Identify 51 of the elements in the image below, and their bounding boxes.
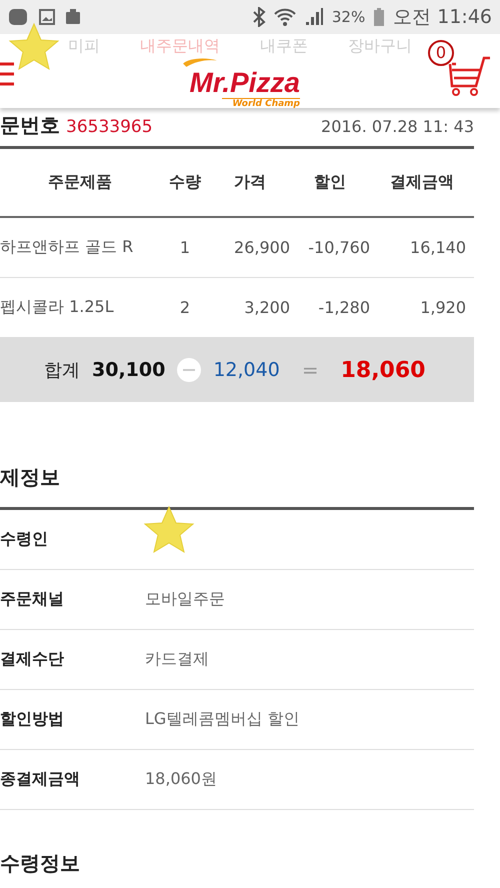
field-label: 수령인 (0, 529, 49, 550)
bluetooth-icon (252, 7, 266, 27)
logo-tagline: World Champ (222, 98, 300, 109)
field-label: 주문채널 (0, 589, 65, 610)
table-cell-text: 16,140 (409, 238, 467, 257)
equals-sign: = (302, 358, 319, 382)
field-label: 종결제금액 (0, 769, 81, 790)
total-label: 합계 (44, 359, 80, 382)
column-header: 결제금액 (389, 172, 455, 193)
minus-icon (177, 358, 202, 382)
nav-tab[interactable]: 내주문내역 (140, 36, 220, 57)
total-final: 18,060 (340, 358, 426, 382)
table-cell-text: 1,920 (419, 298, 467, 317)
logo[interactable]: Mr.Pizza World Champ (170, 56, 300, 109)
table-cell-text: 2 (178, 298, 192, 317)
section-title: 수령정보 (0, 850, 81, 877)
battery-level: 32% (332, 8, 366, 26)
total-discount: 12,040 (213, 359, 280, 381)
order-date: 2016. 07.28 11: 43 (321, 117, 474, 136)
section-title: 제정보 (0, 464, 474, 510)
table-cell-text: 26,900 (233, 238, 290, 257)
clipboard-icon (64, 8, 82, 26)
clock: 오전 11:46 (393, 5, 492, 30)
cart-count-badge: 0 (428, 40, 454, 66)
wifi-icon (274, 7, 296, 27)
table-cell-text: 3,200 (243, 298, 290, 317)
field-label: 결제수단 (0, 649, 65, 670)
table-cell-text: -10,760 (307, 238, 370, 257)
column-header: 가격 (233, 172, 267, 193)
field-value: LG텔레콤멤버십 할인 (145, 709, 300, 730)
signal-icon (304, 7, 324, 27)
column-header: 주문제품 (47, 172, 113, 193)
image-icon (38, 8, 56, 26)
app-icon (8, 7, 30, 27)
order-number-label: 문번호 (0, 112, 60, 139)
order-number: 36533965 (66, 117, 153, 137)
column-header: 할인 (313, 172, 347, 193)
total-sum: 30,100 (92, 359, 166, 381)
column-header: 수량 (168, 172, 202, 193)
table-cell-text: 하프앤하프 골드 R (0, 237, 134, 258)
table-cell-text: 펩시콜라 1.25L (0, 297, 115, 318)
table-cell-text: -1,280 (317, 298, 370, 317)
logo-name: Mr.Pizza (190, 68, 300, 98)
field-value: 카드결제 (145, 649, 209, 670)
field-value: 18,060원 (145, 769, 217, 790)
table-cell-text: 1 (178, 238, 192, 257)
battery-icon (373, 7, 386, 27)
star-icon (8, 22, 60, 72)
star-icon (143, 505, 195, 555)
field-label: 할인방법 (0, 709, 65, 730)
field-value: 모바일주문 (145, 589, 225, 610)
